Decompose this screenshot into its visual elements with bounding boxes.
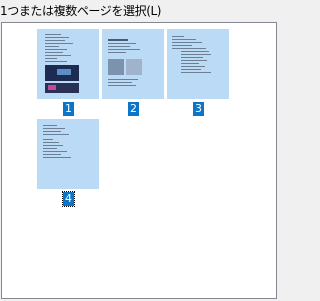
page-number-badge: 2 — [128, 102, 139, 116]
page-number-badge: 1 — [63, 102, 74, 116]
page-selection-label: 1つまたは複数ページを選択(L) — [0, 4, 162, 18]
page-thumbnail-list[interactable]: 1 2 3 4 — [1, 22, 277, 299]
page-thumbnail-image — [37, 29, 99, 99]
page-thumbnail-item[interactable]: 3 — [167, 29, 229, 119]
page-number-badge: 3 — [193, 102, 204, 116]
page-thumbnail-item[interactable]: 2 — [102, 29, 164, 119]
page-thumbnail-image — [37, 119, 99, 189]
page-thumbnail-image — [167, 29, 229, 99]
page-thumbnail-item[interactable]: 1 — [37, 29, 99, 119]
page-thumbnail-image — [102, 29, 164, 99]
page-thumbnail-item[interactable]: 4 — [37, 119, 99, 209]
page-number-badge: 4 — [62, 191, 75, 207]
